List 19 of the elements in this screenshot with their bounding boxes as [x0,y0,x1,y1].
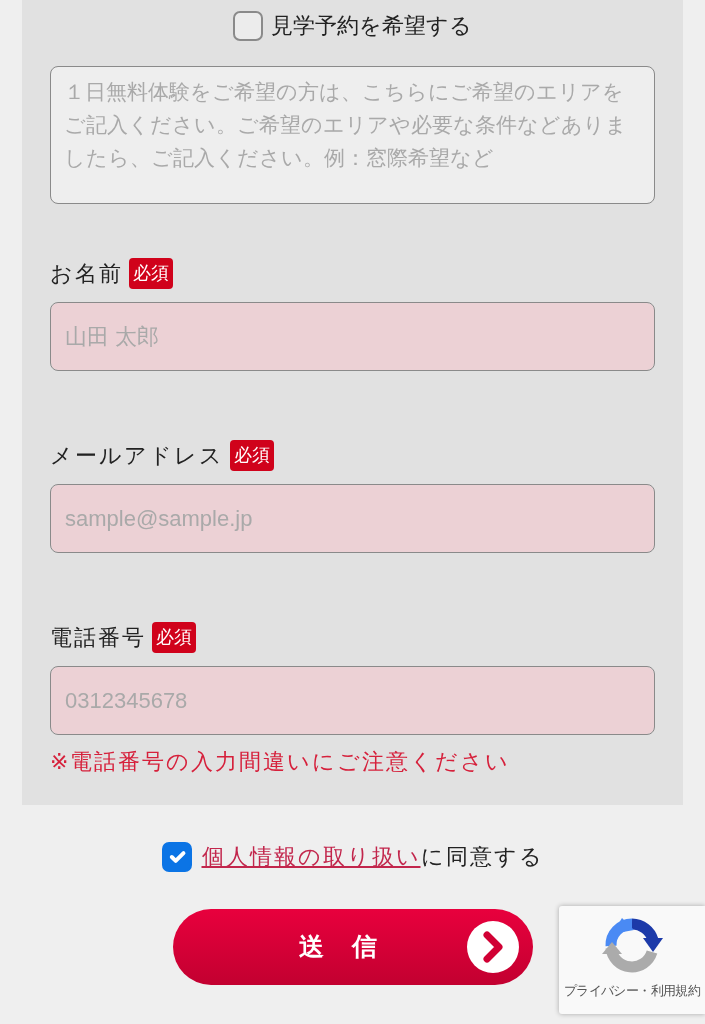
input-field[interactable]: 山田 太郎 [50,302,655,371]
field-label: 電話番号 [50,624,146,652]
checkbox[interactable] [161,842,192,872]
consent-label[interactable]: に同意する [420,842,544,872]
chevron-right-icon [466,921,519,973]
checkbox[interactable] [233,11,263,41]
input-field[interactable]: sample@sample.jp [50,484,655,553]
privacy-policy-link[interactable]: 個人情報の取り扱い [201,842,421,872]
submit-button[interactable]: 送信 [172,909,533,985]
required-badge: 必須 [129,258,173,289]
privacy-terms-link[interactable]: プライバシー・利用規約 [563,983,701,999]
checkbox-label[interactable]: 見学予約を希望する [271,10,472,42]
field-label: メールアドレス [50,442,224,470]
required-badge: 必須 [230,440,274,471]
input-field[interactable]: 0312345678 [50,666,655,735]
warning-text: ※電話番号の入力間違いにご注意ください [50,749,512,775]
request-field[interactable]: １日無料体験をご希望の方は、こちらにご希望のエリアをご記入ください。ご希望のエリアや必要な条件などありましたら、ご記入ください。例：窓際希望など [50,66,655,204]
required-badge: 必須 [152,622,196,653]
field-label: お名前 [50,260,123,288]
